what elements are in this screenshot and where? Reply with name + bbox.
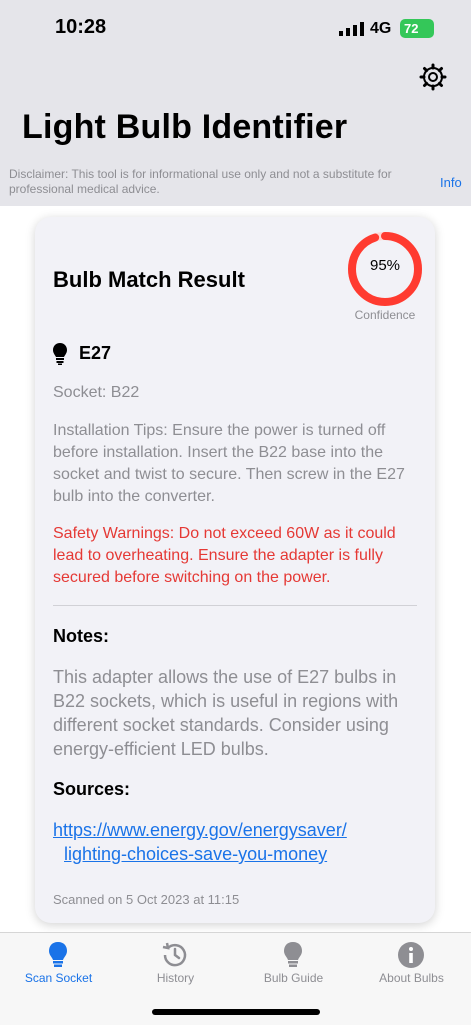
signal-icon: [339, 22, 364, 36]
source-link-line-1[interactable]: https://www.energy.gov/energysaver/: [53, 820, 347, 840]
safety-warnings: Safety Warnings: Do not exceed 60W as it…: [53, 525, 396, 586]
tab-about-bulbs[interactable]: About Bulbs: [353, 933, 470, 993]
page-title: Light Bulb Identifier: [22, 108, 348, 146]
status-time: 10:28: [55, 16, 107, 38]
tab-label: Bulb Guide: [263, 971, 324, 985]
info-icon: [398, 942, 424, 968]
result-card: Bulb Match Result 95% Confidence E27 Soc…: [35, 217, 435, 923]
tab-label: About Bulbs: [379, 971, 444, 985]
bulb-icon: [49, 942, 67, 967]
installation-tips: Installation Tips: Ensure the power is t…: [53, 422, 405, 505]
confidence-label: Confidence: [354, 308, 416, 322]
battery-indicator: 72: [400, 19, 434, 38]
notes-heading: Notes:: [53, 626, 110, 646]
info-link[interactable]: Info: [440, 175, 462, 190]
home-indicator: [152, 1009, 320, 1015]
disclaimer-text: Disclaimer: This tool is for information…: [9, 167, 392, 196]
source-link[interactable]: https://www.energy.gov/energysaver/light…: [53, 818, 383, 866]
notes-body: This adapter allows the use of E27 bulbs…: [53, 667, 399, 759]
tab-label: Scan Socket: [24, 971, 93, 985]
source-link-line-2[interactable]: lighting-choices-save-you-money: [53, 844, 327, 864]
socket-type: Socket: B22: [53, 384, 140, 401]
scanned-timestamp: Scanned on 5 Oct 2023 at 11:15: [53, 892, 240, 907]
bulb-icon: [284, 942, 302, 967]
sources-heading: Sources:: [53, 779, 131, 799]
settings-gear-icon[interactable]: [419, 63, 447, 91]
result-title: Bulb Match Result: [53, 267, 245, 292]
divider: [53, 605, 417, 606]
tab-scan-socket[interactable]: Scan Socket: [0, 933, 117, 993]
tab-history[interactable]: History: [117, 933, 234, 993]
network-label: 4G: [370, 20, 392, 37]
lightbulb-icon: [53, 343, 67, 365]
bulb-type: E27: [79, 343, 112, 363]
history-icon: [162, 942, 187, 967]
tab-label: History: [156, 971, 195, 985]
tab-bulb-guide[interactable]: Bulb Guide: [235, 933, 352, 993]
status-bar: 10:28 4G 72: [0, 0, 471, 56]
confidence-value: 95%: [369, 257, 401, 274]
